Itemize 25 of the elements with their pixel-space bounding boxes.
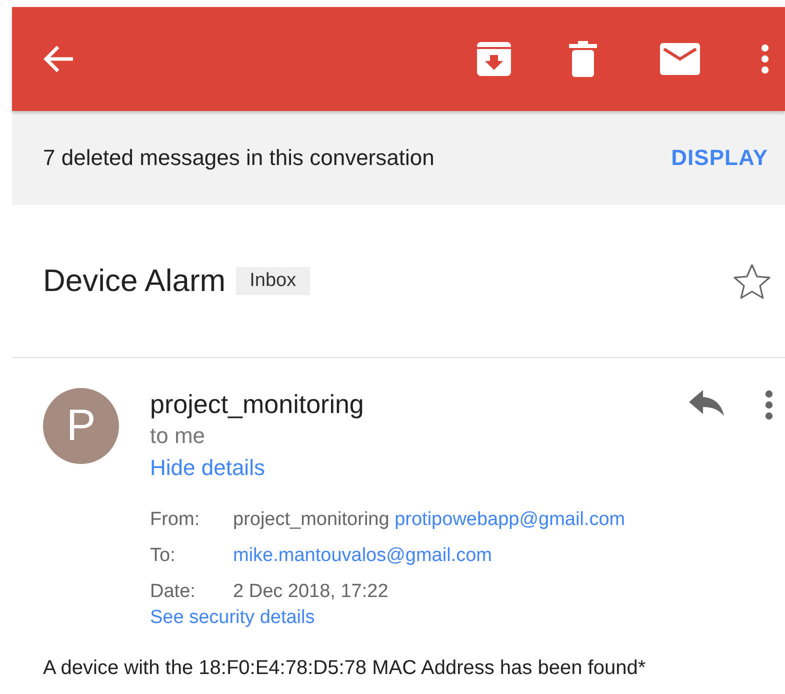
email-link[interactable]: mike.mantouvalos@gmail.com bbox=[233, 545, 492, 566]
recipient-summary: to me bbox=[150, 422, 206, 450]
delete-icon[interactable] bbox=[569, 41, 597, 77]
display-button[interactable]: DISPLAY bbox=[671, 145, 768, 171]
mail-icon[interactable] bbox=[660, 43, 700, 75]
message-body: A device with the 18:F0:E4:78:D5:78 MAC Address has been found* bbox=[43, 657, 647, 680]
sender-avatar: P bbox=[43, 388, 119, 464]
inbox-label: Inbox bbox=[236, 267, 310, 295]
security-details-link[interactable]: See security details bbox=[150, 607, 315, 628]
sender-display-name: project_monitoring bbox=[233, 509, 390, 530]
sender-name: project_monitoring bbox=[150, 388, 365, 420]
detail-label: Date: bbox=[150, 580, 196, 604]
reply-icon[interactable] bbox=[689, 390, 725, 416]
subject-title: Device Alarm bbox=[43, 263, 226, 299]
more-icon[interactable] bbox=[761, 44, 769, 74]
deleted-messages-notice: 7 deleted messages in this conversation bbox=[43, 145, 434, 171]
hide-details-link[interactable]: Hide details bbox=[150, 455, 265, 480]
email-link[interactable]: protipowebapp@gmail.com bbox=[394, 509, 626, 530]
more-icon[interactable] bbox=[765, 390, 773, 420]
archive-icon[interactable] bbox=[476, 41, 512, 77]
back-icon[interactable] bbox=[43, 44, 75, 74]
date-value: 2 Dec 2018, 17:22 bbox=[233, 581, 388, 602]
detail-label: From: bbox=[150, 508, 201, 532]
star-icon[interactable] bbox=[733, 263, 771, 299]
detail-label: To: bbox=[150, 544, 176, 568]
